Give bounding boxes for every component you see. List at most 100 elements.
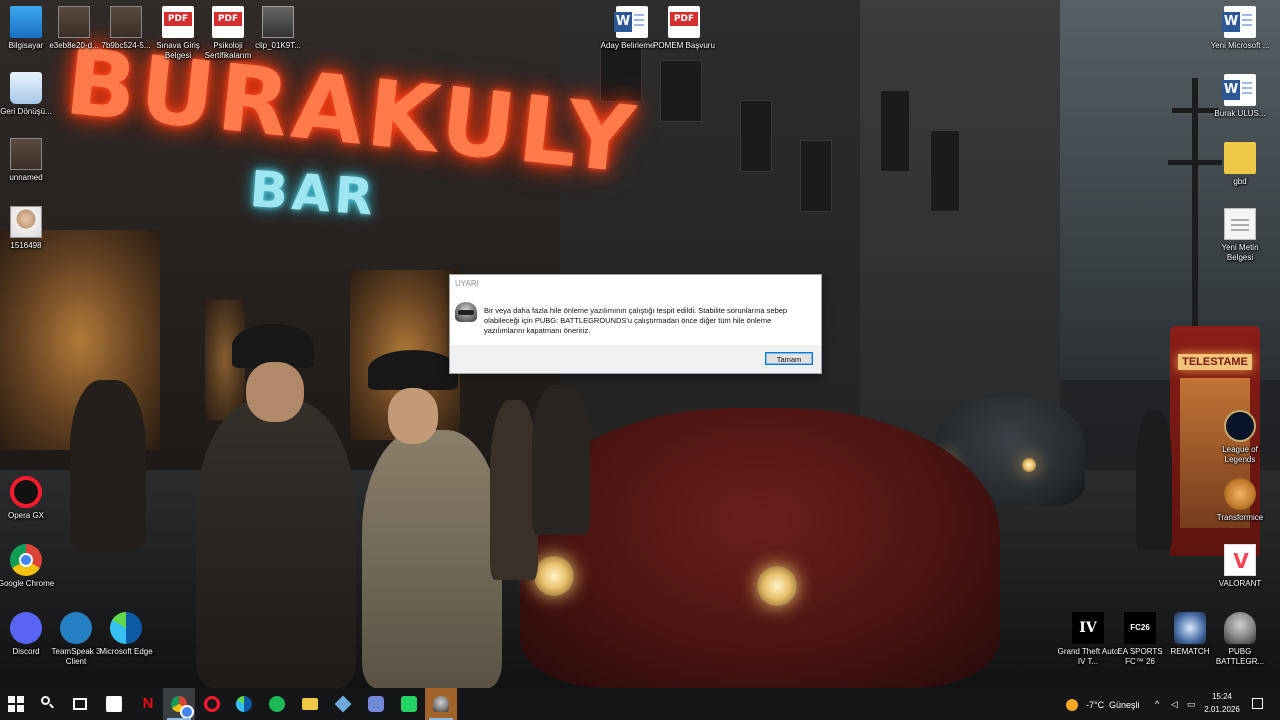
woman-hat [368, 350, 458, 390]
photo-icon [110, 6, 142, 38]
task-view-button[interactable] [64, 688, 96, 720]
desktop-icon[interactable]: League of Legends [1208, 410, 1272, 465]
taskbar-file-explorer[interactable] [294, 688, 326, 720]
taskbar-whatsapp[interactable] [393, 688, 425, 720]
notification-center-icon[interactable] [1252, 698, 1263, 709]
computer-icon [10, 6, 42, 38]
sun-weather-icon[interactable] [1066, 699, 1078, 711]
desktop-icon[interactable]: PUBG BATTLEGR... [1208, 612, 1272, 667]
neon-sign-bar: BAR [247, 160, 380, 227]
desktop-icon[interactable]: VALORANT [1208, 544, 1272, 589]
folder-icon [1224, 142, 1256, 174]
pdf-icon [162, 6, 194, 38]
taskbar-opera-gx[interactable] [196, 688, 228, 720]
desktop-icon[interactable]: Burak ULUS... [1208, 74, 1272, 119]
desktop-icon[interactable]: POMEM Başvuru [652, 6, 716, 51]
car-headlight-right [757, 566, 797, 606]
clock-time[interactable]: 15:24 [1204, 692, 1240, 701]
pubg-helmet-icon [455, 302, 477, 322]
background-pedestrian [70, 380, 146, 550]
desktop-icon-label: Yeni Microsoft ... [1210, 41, 1270, 50]
network-icon[interactable]: ▭ [1187, 699, 1196, 710]
edge-icon [236, 696, 252, 712]
desktop-icon[interactable]: Microsoft Edge [94, 612, 158, 657]
discord-icon [10, 612, 42, 644]
desktop-icon[interactable]: clip_01K9T... [246, 6, 310, 51]
taskbar-netflix[interactable]: N [132, 688, 164, 720]
pubg-icon [433, 696, 449, 712]
man-face [246, 362, 304, 422]
taskbar-edge[interactable] [228, 688, 260, 720]
desktop-icon[interactable]: unnamed [0, 138, 58, 183]
desktop-icon[interactable]: Transformice [1208, 478, 1272, 523]
file-explorer-icon [302, 698, 318, 710]
taskbar-pubg[interactable] [425, 688, 457, 720]
desktop-icon-label: Google Chrome [0, 579, 55, 588]
desktop-icon[interactable]: Yeni Microsoft ... [1208, 6, 1272, 51]
start-button[interactable] [0, 688, 32, 720]
background-car-headlight [1022, 458, 1036, 472]
desktop-icon-label: clip_01K9T... [255, 41, 301, 50]
taskbar-network-app[interactable] [327, 688, 359, 720]
dialog-message: Bir veya daha fazla hile önleme yazılımı… [484, 306, 788, 335]
transformice-icon [1224, 478, 1256, 510]
anti-cheat-warning-dialog: UYARI Bir veya daha fazla hile önleme ya… [449, 274, 822, 374]
teamspeak-icon [60, 612, 92, 644]
photo-icon [10, 206, 42, 238]
desktop-icon-label: Transformice [1216, 513, 1264, 522]
store-icon [106, 696, 122, 712]
search-icon [41, 696, 50, 705]
valorant-icon [1224, 544, 1257, 576]
background-pedestrian [490, 400, 538, 580]
search-button[interactable] [32, 688, 64, 720]
desktop-icon[interactable]: Opera GX [0, 476, 58, 521]
taskbar: N -7°C Güneşli ^ ◁ ▭ 15:24 2.01.2026 [0, 688, 1280, 720]
background-pedestrian [532, 385, 590, 535]
desktop-icon-label: VALORANT [1218, 579, 1262, 588]
volume-icon[interactable]: ◁ [1171, 699, 1178, 710]
desktop-icon-label: PUBG BATTLEGR... [1215, 647, 1265, 666]
word-icon [1222, 6, 1256, 38]
desktop-icon-label: Burak ULUS... [1214, 109, 1266, 118]
wallpaper-window [930, 130, 960, 212]
gta-icon: IV [1072, 612, 1104, 644]
video-icon [262, 6, 294, 38]
desktop-icon[interactable]: Yeni Metin Belgesi [1208, 208, 1272, 263]
desktop-icon-label: gbd [1233, 177, 1247, 186]
weather-description[interactable]: Güneşli [1109, 700, 1140, 710]
chrome-icon [10, 544, 42, 576]
pubg-icon [1224, 612, 1256, 644]
task-view-icon [73, 698, 87, 710]
weather-temperature[interactable]: -7°C [1086, 700, 1104, 710]
wallpaper-window [800, 140, 832, 212]
spotify-icon [269, 696, 285, 712]
pdf-icon [212, 6, 244, 38]
clock-date[interactable]: 2.01.2026 [1200, 705, 1244, 714]
taskbar-store[interactable] [98, 688, 130, 720]
desktop-icon[interactable]: gbd [1208, 142, 1272, 187]
taskbar-chrome[interactable] [163, 688, 195, 720]
dialog-title: UYARI [455, 279, 479, 288]
taskbar-spotify[interactable] [261, 688, 293, 720]
ok-button[interactable]: Tamam [765, 352, 813, 365]
woman-face [388, 388, 438, 444]
man-in-suit [196, 400, 356, 688]
desktop-icon-label: Microsoft Edge [99, 647, 153, 656]
hidden-icons-chevron-icon[interactable]: ^ [1155, 699, 1159, 709]
rematch-icon [1174, 612, 1206, 644]
desktop-icon-label: League of Legends [1222, 445, 1258, 464]
discord-icon [368, 696, 384, 712]
desktop-icon[interactable]: Geri Dönüşü... [0, 72, 58, 117]
league-icon [1224, 410, 1256, 442]
netflix-icon: N [142, 695, 154, 712]
pdf-icon [668, 6, 700, 38]
opera-gx-icon [10, 476, 42, 508]
desktop-icon-label: 1516498 [10, 241, 42, 250]
opera-gx-icon [204, 696, 220, 712]
desktop-icon[interactable]: 1516498 [0, 206, 58, 251]
desktop-icon[interactable]: Google Chrome [0, 544, 58, 589]
taskbar-discord[interactable] [360, 688, 392, 720]
desktop-icon-label: POMEM Başvuru [653, 41, 715, 50]
word-icon [614, 6, 648, 38]
photo-icon [10, 138, 42, 170]
